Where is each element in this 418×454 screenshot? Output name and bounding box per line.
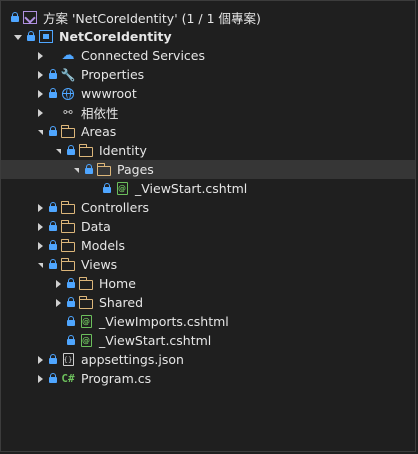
- tree-item-controllers[interactable]: Controllers: [1, 198, 415, 217]
- item-label: Connected Services: [81, 48, 205, 63]
- globe-icon: [59, 84, 77, 103]
- item-label: _ViewImports.cshtml: [99, 314, 229, 329]
- tree-item-models[interactable]: Models: [1, 236, 415, 255]
- tree-item-appsettings[interactable]: {} appsettings.json: [1, 350, 415, 369]
- item-label: Areas: [81, 124, 117, 139]
- connected-services-icon: ☁: [61, 48, 75, 63]
- item-label: Views: [81, 257, 118, 272]
- chevron-right-icon[interactable]: [33, 65, 47, 84]
- csharp-project-icon: [37, 27, 55, 46]
- lock-icon: [9, 8, 21, 27]
- lock-icon: [47, 236, 59, 255]
- chevron-down-icon[interactable]: [69, 160, 83, 179]
- tree-item-home[interactable]: Home: [1, 274, 415, 293]
- item-label: Pages: [117, 162, 154, 177]
- lock-icon: [101, 179, 113, 198]
- item-label: Data: [81, 219, 111, 234]
- chevron-down-icon[interactable]: [33, 122, 47, 141]
- lock-icon: [25, 27, 37, 46]
- folder-icon: [59, 198, 77, 217]
- lock-icon: [65, 141, 77, 160]
- chevron-right-icon[interactable]: [33, 369, 47, 388]
- item-label: Identity: [99, 143, 147, 158]
- lock-icon: [47, 84, 59, 103]
- chevron-right-icon[interactable]: [33, 103, 47, 122]
- razor-file-icon: @: [80, 334, 92, 347]
- solution-icon: [21, 8, 39, 27]
- folder-icon: [59, 236, 77, 255]
- tree-item-dependencies[interactable]: ⚯ 相依性: [1, 103, 415, 122]
- chevron-down-icon[interactable]: [11, 27, 25, 46]
- lock-icon: [47, 65, 59, 84]
- chevron-right-icon[interactable]: [33, 236, 47, 255]
- item-label: appsettings.json: [81, 352, 184, 367]
- item-label: Models: [81, 238, 126, 253]
- lock-icon: [83, 160, 95, 179]
- lock-icon: [65, 293, 77, 312]
- tree-item-viewstart-views[interactable]: @ _ViewStart.cshtml: [1, 331, 415, 350]
- chevron-right-icon[interactable]: [33, 84, 47, 103]
- json-file-icon: {}: [59, 350, 77, 369]
- item-label: _ViewStart.cshtml: [99, 333, 212, 348]
- lock-icon: [65, 331, 77, 350]
- chevron-right-icon[interactable]: [51, 274, 65, 293]
- folder-icon: [77, 141, 95, 160]
- lock-icon: [47, 350, 59, 369]
- tree-item-solution[interactable]: 方案 'NetCoreIdentity' (1 / 1 個專案): [1, 8, 415, 27]
- tree-item-wwwroot[interactable]: wwwroot: [1, 84, 415, 103]
- tree-item-shared[interactable]: Shared: [1, 293, 415, 312]
- tree-item-data[interactable]: Data: [1, 217, 415, 236]
- tree-item-pages[interactable]: Pages: [1, 160, 415, 179]
- tree-item-views[interactable]: Views: [1, 255, 415, 274]
- tree-item-program[interactable]: C# Program.cs: [1, 369, 415, 388]
- item-label: Program.cs: [81, 371, 152, 386]
- item-label: 相依性: [81, 106, 119, 121]
- razor-file-icon: @: [80, 315, 92, 328]
- chevron-right-icon[interactable]: [33, 198, 47, 217]
- lock-icon: [47, 217, 59, 236]
- folder-icon: [59, 217, 77, 236]
- folder-icon: [59, 255, 77, 274]
- item-label: Shared: [99, 295, 144, 310]
- lock-icon: [47, 255, 59, 274]
- chevron-right-icon[interactable]: [33, 46, 47, 65]
- chevron-down-icon[interactable]: [33, 255, 47, 274]
- tree-item-project[interactable]: NetCoreIdentity: [1, 27, 415, 46]
- tree-item-connected-services[interactable]: ☁ Connected Services: [1, 46, 415, 65]
- tree-item-properties[interactable]: 🔧 Properties: [1, 65, 415, 84]
- tree-item-areas[interactable]: Areas: [1, 122, 415, 141]
- lock-icon: [47, 198, 59, 217]
- dependencies-icon: ⚯: [63, 106, 73, 119]
- lock-icon: [47, 369, 59, 388]
- item-label: _ViewStart.cshtml: [135, 181, 248, 196]
- tree-item-identity[interactable]: Identity: [1, 141, 415, 160]
- solution-label: 方案 'NetCoreIdentity' (1 / 1 個專案): [43, 11, 261, 26]
- chevron-right-icon[interactable]: [33, 350, 47, 369]
- lock-icon: [65, 312, 77, 331]
- solution-explorer-tree: 方案 'NetCoreIdentity' (1 / 1 個專案) NetCore…: [0, 0, 416, 452]
- chevron-right-icon[interactable]: [51, 293, 65, 312]
- razor-file-icon: @: [116, 182, 128, 195]
- item-label: Properties: [81, 67, 145, 82]
- properties-wrench-icon: 🔧: [60, 67, 76, 82]
- item-label: Controllers: [81, 200, 149, 215]
- csharp-file-icon: C#: [61, 372, 75, 385]
- lock-icon: [47, 122, 59, 141]
- item-label: wwwroot: [81, 86, 137, 101]
- item-label: Home: [99, 276, 136, 291]
- lock-icon: [65, 274, 77, 293]
- chevron-right-icon[interactable]: [33, 217, 47, 236]
- chevron-down-icon[interactable]: [51, 141, 65, 160]
- tree-item-viewstart-areas[interactable]: @ _ViewStart.cshtml: [1, 179, 415, 198]
- folder-icon: [59, 122, 77, 141]
- folder-icon: [95, 160, 113, 179]
- folder-icon: [77, 293, 95, 312]
- folder-icon: [77, 274, 95, 293]
- tree-item-viewimports[interactable]: @ _ViewImports.cshtml: [1, 312, 415, 331]
- project-label: NetCoreIdentity: [59, 29, 172, 44]
